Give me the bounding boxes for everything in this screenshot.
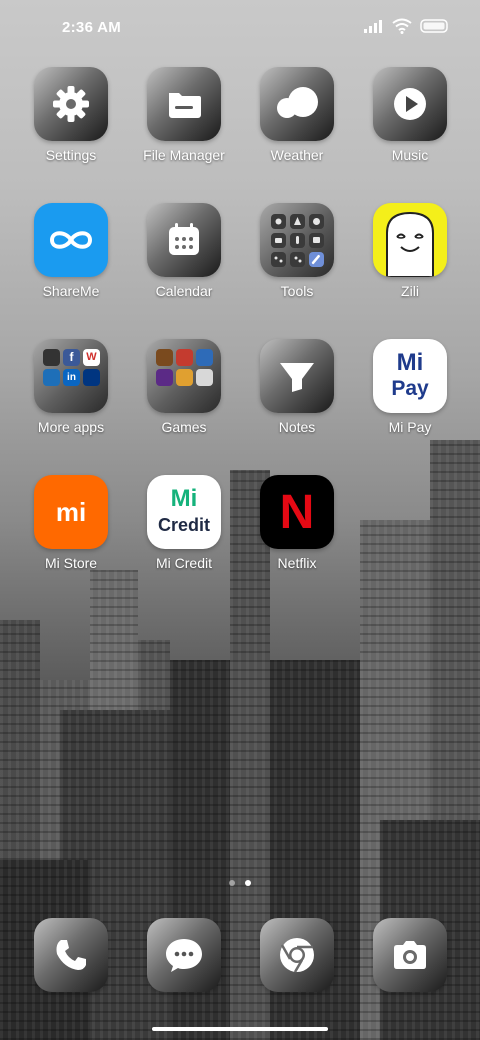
games-folder-icon (147, 339, 221, 413)
app-label: Mi Store (44, 555, 98, 571)
app-shareme[interactable]: ShareMe (16, 203, 126, 323)
app-label: Notes (278, 419, 316, 435)
mini-game-icon (196, 369, 213, 386)
settings-app-icon (34, 67, 108, 141)
mi-credit-logo-top: Mi (170, 485, 198, 512)
mini-app-icon (43, 349, 60, 366)
battery-icon (420, 19, 448, 33)
page-dot[interactable] (229, 880, 235, 886)
gear-icon (53, 86, 89, 122)
mini-game-icon (176, 349, 193, 366)
chat-bubble-icon (166, 939, 202, 972)
app-music[interactable]: Music (355, 67, 465, 187)
tools-app-icon (260, 203, 334, 277)
mi-credit-logo-bottom: Credit (157, 515, 210, 535)
status-time: 2:36 AM (62, 19, 122, 36)
mi-credit-app-icon: Mi Credit (147, 475, 221, 549)
mini-app-icon (43, 369, 60, 386)
app-label: Settings (45, 147, 97, 163)
notes-app-icon (260, 339, 334, 413)
music-app-icon (373, 67, 447, 141)
cloud-icon (277, 87, 318, 118)
app-label: File Manager (143, 147, 225, 163)
mi-pay-logo-bottom: Pay (391, 377, 429, 400)
mini-game-icon (176, 369, 193, 386)
app-label: Tools (280, 283, 314, 299)
app-label: Calendar (155, 283, 213, 299)
dock-phone[interactable] (34, 918, 108, 992)
file-manager-app-icon (147, 67, 221, 141)
app-label: Games (161, 419, 207, 435)
mi-logo: mi (55, 497, 87, 527)
app-label: Mi Pay (388, 419, 432, 435)
mi-pay-app-icon: Mi Pay (373, 339, 447, 413)
tools-grid-icon (271, 214, 324, 267)
app-netflix[interactable]: N Netflix (242, 475, 352, 595)
app-zili[interactable]: Zili (355, 203, 465, 323)
app-mi-pay[interactable]: Mi Pay Mi Pay (355, 339, 465, 459)
zili-app-icon (373, 203, 447, 277)
app-mi-credit[interactable]: Mi Credit Mi Credit (129, 475, 239, 595)
netflix-n-logo: N (279, 486, 315, 539)
app-settings[interactable]: Settings (16, 67, 126, 187)
ghost-face-icon (386, 211, 434, 277)
mini-game-icon (156, 369, 173, 386)
dock-camera[interactable] (373, 918, 447, 992)
camera-icon (394, 941, 426, 969)
funnel-icon (280, 363, 314, 392)
folder-more-apps[interactable]: f W in More apps (16, 339, 126, 459)
mi-pay-logo-top: Mi (396, 349, 424, 376)
app-mi-store[interactable]: mi Mi Store (16, 475, 126, 595)
home-indicator[interactable] (152, 1027, 328, 1031)
phone-icon (56, 940, 86, 970)
mini-facebook-icon: f (63, 349, 80, 366)
mini-game-icon (156, 349, 173, 366)
mini-wps-icon: W (83, 349, 100, 366)
mini-linkedin-icon: in (63, 369, 80, 386)
dock-messages[interactable] (147, 918, 221, 992)
app-file-manager[interactable]: File Manager (129, 67, 239, 187)
calendar-app-icon (147, 203, 221, 277)
play-icon (394, 88, 426, 120)
app-label: Netflix (277, 555, 317, 571)
infinity-icon (49, 231, 93, 249)
wifi-icon (392, 18, 412, 34)
page-dot-active[interactable] (245, 880, 251, 886)
status-icons (364, 18, 450, 34)
app-label: Mi Credit (155, 555, 212, 571)
app-label: More apps (37, 419, 105, 435)
app-label: Weather (270, 147, 324, 163)
folder-games[interactable]: Games (129, 339, 239, 459)
netflix-app-icon: N (260, 475, 334, 549)
shareme-app-icon (34, 203, 108, 277)
calendar-icon (169, 223, 199, 255)
cellular-signal-icon (364, 20, 382, 33)
app-label: ShareMe (42, 283, 100, 299)
mini-booking-icon (83, 369, 100, 386)
status-bar: 2:36 AM (0, 0, 480, 56)
mi-store-app-icon: mi (34, 475, 108, 549)
more-apps-folder-icon: f W in (34, 339, 108, 413)
weather-app-icon (260, 67, 334, 141)
app-weather[interactable]: Weather (242, 67, 352, 187)
dock-chrome[interactable] (260, 918, 334, 992)
app-calendar[interactable]: Calendar (129, 203, 239, 323)
app-label: Zili (401, 283, 419, 299)
app-label: Music (391, 147, 429, 163)
app-tools[interactable]: Tools (242, 203, 352, 323)
mini-game-icon (196, 349, 213, 366)
chrome-icon (280, 938, 314, 973)
folder-icon (169, 93, 201, 118)
app-notes[interactable]: Notes (242, 339, 352, 459)
